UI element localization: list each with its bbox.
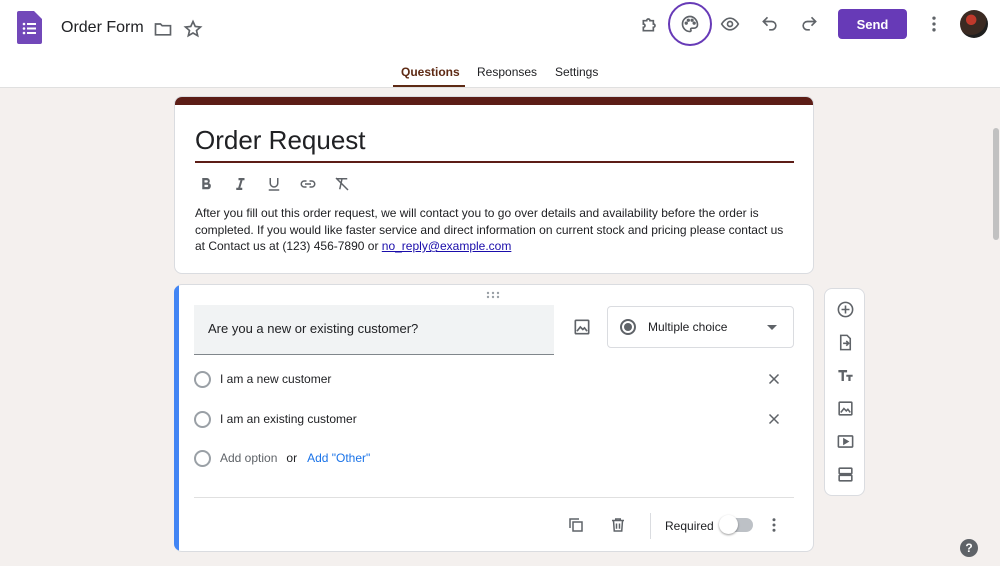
import-questions-icon[interactable] — [833, 330, 857, 354]
forms-logo-icon[interactable] — [17, 11, 42, 44]
bold-icon[interactable] — [195, 173, 217, 195]
customize-theme-palette-icon[interactable] — [668, 2, 712, 46]
addons-puzzle-icon[interactable] — [634, 8, 666, 40]
add-image-icon[interactable] — [833, 396, 857, 420]
radio-icon — [194, 449, 211, 467]
active-question-indicator — [174, 285, 179, 551]
question-title-input[interactable]: Are you a new or existing customer? — [194, 305, 554, 355]
question-type-dropdown[interactable]: Multiple choice — [607, 306, 794, 348]
question-more-options-icon[interactable] — [762, 513, 786, 537]
delete-trash-icon[interactable] — [606, 513, 630, 537]
title-underline — [195, 161, 794, 163]
tab-questions[interactable]: Questions — [401, 65, 460, 79]
radio-icon — [194, 410, 211, 428]
required-toggle[interactable] — [719, 515, 753, 534]
add-title-text-icon[interactable] — [833, 363, 857, 387]
required-label: Required — [665, 519, 714, 533]
form-tabs: Questions Responses Settings — [0, 59, 1000, 87]
more-options-icon[interactable] — [918, 8, 950, 40]
add-image-icon[interactable] — [566, 311, 598, 343]
add-video-icon[interactable] — [833, 429, 857, 453]
add-option-row: Add option or Add "Other" — [194, 447, 370, 469]
star-icon[interactable] — [177, 13, 209, 45]
chevron-down-icon — [767, 325, 777, 330]
add-option-button[interactable]: Add option — [220, 451, 277, 465]
radio-icon — [194, 370, 211, 388]
add-section-icon[interactable] — [833, 462, 857, 486]
avatar[interactable] — [960, 10, 988, 38]
footer-separator — [650, 513, 651, 539]
floating-side-toolbar — [824, 288, 865, 496]
or-text: or — [286, 451, 298, 465]
active-tab-indicator — [393, 85, 465, 87]
redo-icon[interactable] — [793, 8, 825, 40]
contact-email-link[interactable]: no_reply@example.com — [382, 239, 512, 253]
add-question-plus-icon[interactable] — [833, 297, 857, 321]
form-header-card[interactable]: Order Request After you fill out this or… — [174, 96, 814, 274]
add-other-button[interactable]: Add "Other" — [307, 451, 370, 465]
remove-option-close-icon[interactable] — [762, 367, 786, 391]
form-title[interactable]: Order Request — [195, 125, 366, 156]
question-footer-divider — [194, 497, 794, 498]
duplicate-copy-icon[interactable] — [564, 513, 588, 537]
document-title[interactable]: Order Form — [61, 19, 144, 37]
theme-color-band — [175, 97, 813, 105]
folder-icon[interactable] — [147, 13, 179, 45]
remove-option-close-icon[interactable] — [762, 407, 786, 431]
option-label[interactable]: I am an existing customer — [220, 412, 357, 426]
italic-icon[interactable] — [229, 173, 251, 195]
link-icon[interactable] — [297, 173, 319, 195]
option-label[interactable]: I am a new customer — [220, 372, 331, 386]
underline-icon[interactable] — [263, 173, 285, 195]
top-bar: Order Form Send Questions Responses Sett… — [0, 0, 1000, 88]
question-type-label: Multiple choice — [648, 320, 728, 334]
form-description[interactable]: After you fill out this order request, w… — [195, 205, 795, 255]
tab-settings[interactable]: Settings — [555, 65, 598, 79]
option-row[interactable]: I am a new customer — [194, 368, 331, 390]
clear-formatting-icon[interactable] — [331, 173, 353, 195]
page-scrollbar[interactable] — [993, 128, 999, 240]
text-format-toolbar — [195, 173, 353, 197]
tab-responses[interactable]: Responses — [477, 65, 537, 79]
multiple-choice-icon — [620, 319, 636, 335]
drag-handle-icon[interactable] — [486, 291, 502, 299]
option-row[interactable]: I am an existing customer — [194, 408, 357, 430]
preview-eye-icon[interactable] — [714, 8, 746, 40]
help-icon[interactable]: ? — [960, 539, 978, 557]
undo-icon[interactable] — [754, 8, 786, 40]
question-card[interactable]: Are you a new or existing customer? Mult… — [174, 284, 814, 552]
send-button[interactable]: Send — [838, 9, 907, 39]
